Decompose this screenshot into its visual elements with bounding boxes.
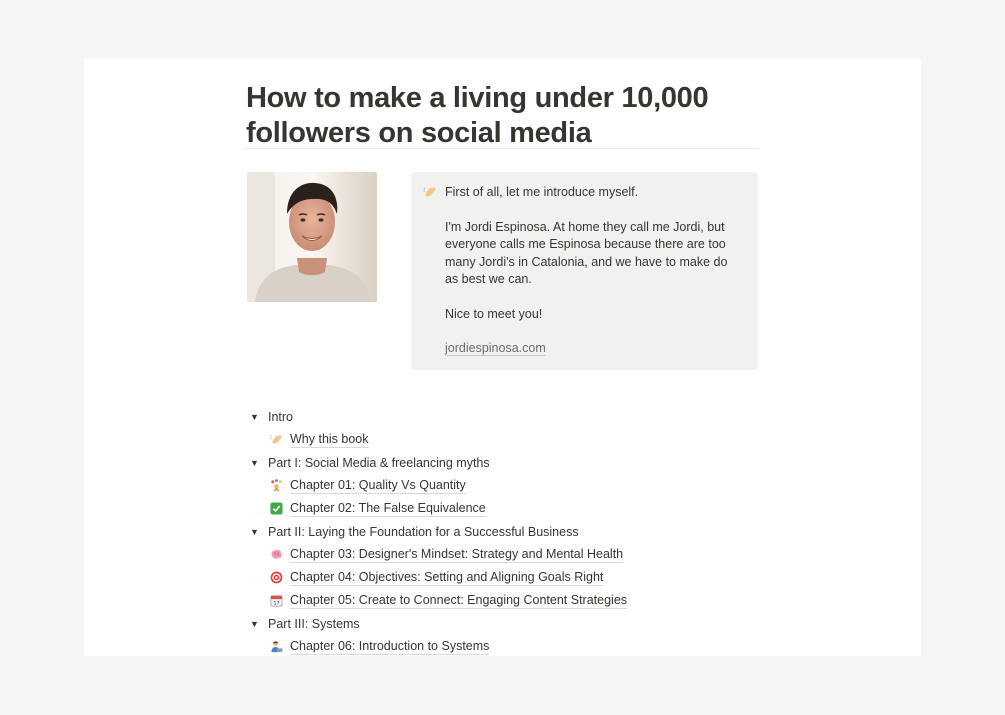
table-of-contents: ▼ Intro Why this book ▼ Part I: Social M… [250, 405, 759, 656]
toc-entry[interactable]: Chapter 01: Quality Vs Quantity [250, 474, 759, 497]
toggle-part-3[interactable]: ▼ Part III: Systems [250, 612, 759, 635]
toggle-intro[interactable]: ▼ Intro [250, 405, 759, 428]
juggling-icon [270, 479, 290, 492]
waving-hand-icon [270, 433, 290, 446]
target-icon [270, 571, 290, 584]
toc-entry[interactable]: Chapter 02: The False Equivalence [250, 497, 759, 520]
toc-entry-link[interactable]: Chapter 02: The False Equivalence [290, 501, 486, 517]
toggle-triangle-icon[interactable]: ▼ [250, 527, 268, 537]
website-link[interactable]: jordiespinosa.com [445, 341, 546, 355]
intro-callout: First of all, let me introduce myself. I… [411, 172, 758, 370]
toggle-label: Part II: Laying the Foundation for a Suc… [268, 524, 579, 539]
toggle-part-2[interactable]: ▼ Part II: Laying the Foundation for a S… [250, 520, 759, 543]
profile-photo-image [247, 172, 377, 302]
toc-entry-link[interactable]: Chapter 01: Quality Vs Quantity [290, 478, 466, 494]
profile-photo[interactable] [247, 172, 377, 302]
callout-text: First of all, let me introduce myself. I… [445, 184, 742, 360]
toggle-triangle-icon[interactable]: ▼ [250, 619, 268, 629]
toc-entry-link[interactable]: Chapter 03: Designer's Mindset: Strategy… [290, 547, 624, 563]
toggle-triangle-icon[interactable]: ▼ [250, 458, 268, 468]
toc-entry-link[interactable]: Chapter 05: Create to Connect: Engaging … [290, 593, 628, 609]
svg-text:17: 17 [274, 601, 280, 607]
toc-entry-link[interactable]: Chapter 04: Objectives: Setting and Alig… [290, 570, 604, 586]
page-title: How to make a living under 10,000 follow… [246, 82, 709, 149]
callout-paragraph: I'm Jordi Espinosa. At home they call me… [445, 219, 728, 287]
callout-paragraph: First of all, let me introduce myself. [445, 185, 639, 199]
toc-entry[interactable]: Chapter 03: Designer's Mindset: Strategy… [250, 543, 759, 566]
technologist-icon [270, 640, 290, 653]
waving-hand-icon [423, 184, 437, 360]
page-canvas: How to make a living under 10,000 follow… [84, 59, 921, 656]
toggle-part-1[interactable]: ▼ Part I: Social Media & freelancing myt… [250, 451, 759, 474]
check-mark-icon [270, 502, 290, 515]
toggle-label: Part I: Social Media & freelancing myths [268, 455, 490, 470]
toc-entry[interactable]: 17 Chapter 05: Create to Connect: Engagi… [250, 589, 759, 612]
toc-entry[interactable]: Why this book [250, 428, 759, 451]
brain-icon [270, 548, 290, 561]
calendar-icon: 17 [270, 594, 290, 607]
toggle-triangle-icon[interactable]: ▼ [250, 412, 268, 422]
toc-entry-link[interactable]: Why this book [290, 432, 369, 448]
toc-entry[interactable]: Chapter 06: Introduction to Systems [250, 635, 759, 656]
callout-paragraph: Nice to meet you! [445, 306, 543, 321]
toggle-label: Intro [268, 409, 294, 424]
toggle-label: Part III: Systems [268, 616, 360, 631]
toc-entry-link[interactable]: Chapter 06: Introduction to Systems [290, 639, 490, 655]
toc-entry[interactable]: Chapter 04: Objectives: Setting and Alig… [250, 566, 759, 589]
title-divider [246, 148, 759, 149]
